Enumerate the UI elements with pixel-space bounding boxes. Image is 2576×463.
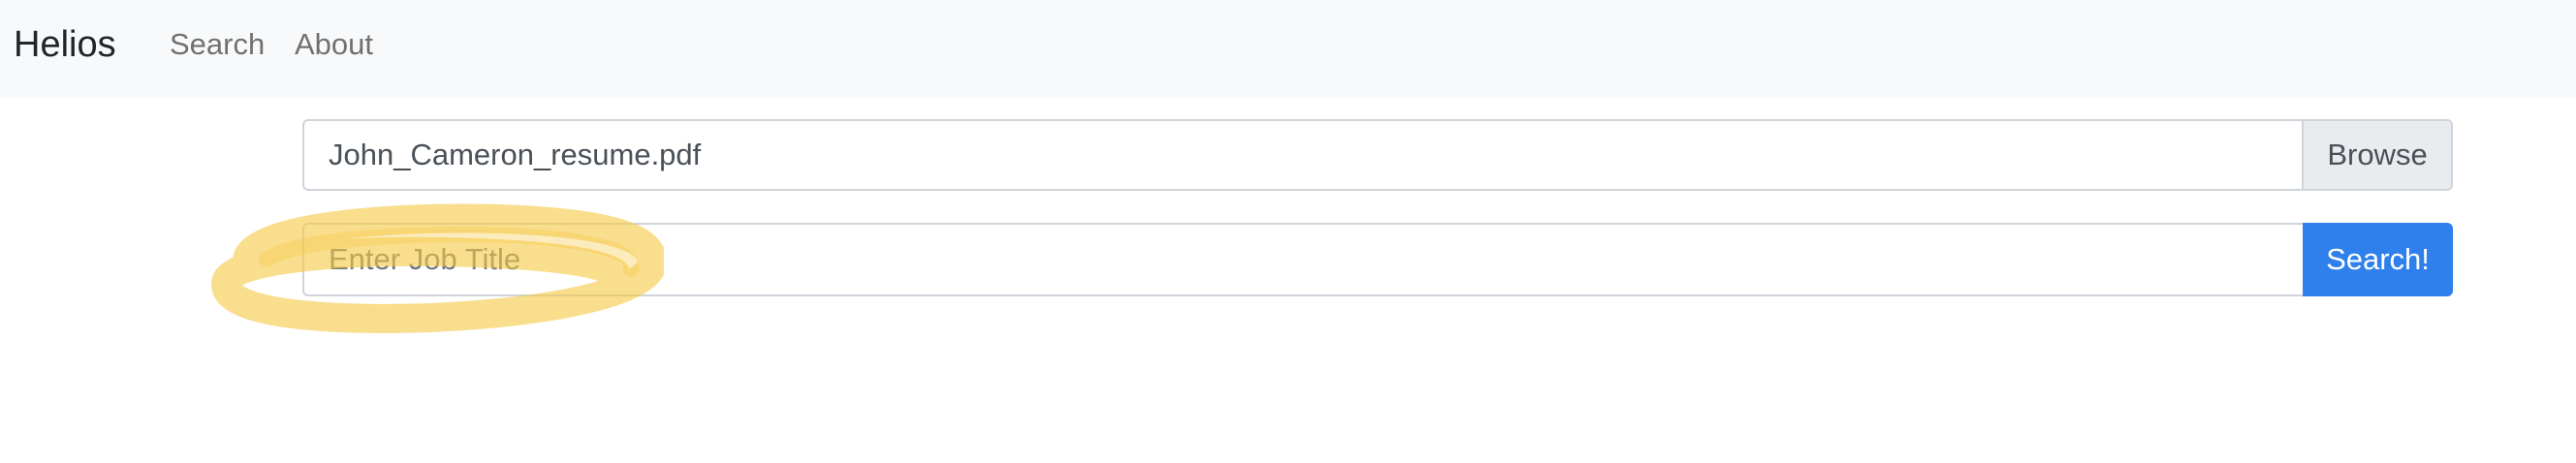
nav-link-about[interactable]: About [295,24,373,65]
search-button[interactable]: Search! [2303,223,2453,296]
nav-link-search[interactable]: Search [170,24,265,65]
brand-logo[interactable]: Helios [14,20,116,69]
job-search-group: Search! [302,223,2453,296]
browse-button[interactable]: Browse [2302,121,2451,189]
resume-file-input[interactable]: John_Cameron_resume.pdf Browse [302,119,2453,191]
file-name-label: John_Cameron_resume.pdf [329,138,702,171]
navbar: Helios Search About [0,0,2576,98]
job-title-input[interactable] [302,223,2303,296]
